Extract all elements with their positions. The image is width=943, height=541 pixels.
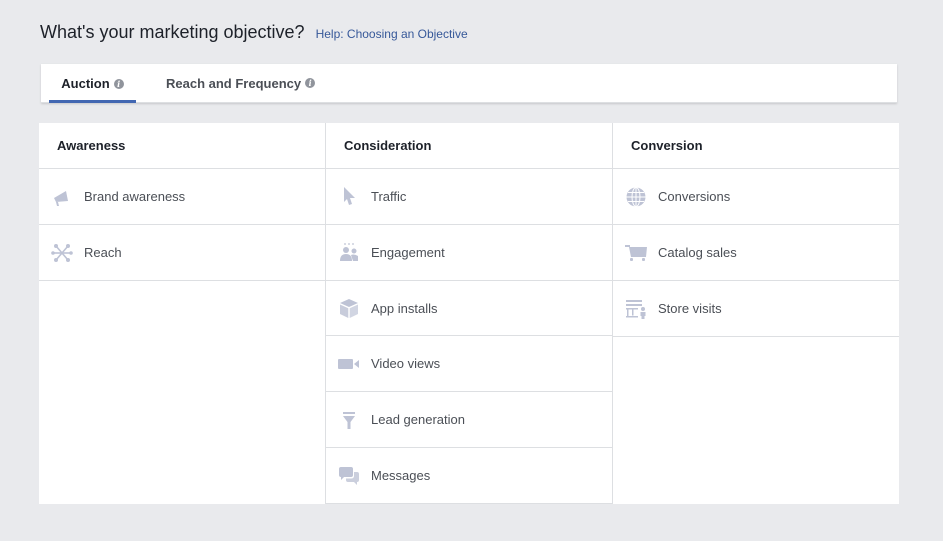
info-icon[interactable]: i	[113, 78, 124, 89]
cursor-icon	[338, 185, 360, 207]
objective-label: Messages	[371, 468, 431, 484]
tab-label: Reach and Frequency	[166, 75, 302, 91]
column-awareness: Awareness Brand awareness Reach	[39, 123, 326, 504]
objective-reach[interactable]: Reach	[39, 225, 325, 281]
objective-engagement[interactable]: Engagement	[326, 225, 612, 281]
objective-conversions[interactable]: Conversions	[613, 169, 899, 225]
column-consideration: Consideration Traffic Engagement App ins…	[326, 123, 613, 505]
tabs-panel: Auction i Reach and Frequency i	[41, 64, 897, 103]
page-title: What's your marketing objective?	[40, 22, 305, 42]
objective-label: Lead generation	[371, 412, 465, 428]
objective-app-installs[interactable]: App installs	[326, 281, 612, 337]
objective-label: Engagement	[371, 244, 445, 260]
store-icon	[625, 298, 647, 320]
objective-catalog-sales[interactable]: Catalog sales	[613, 225, 899, 281]
help-link[interactable]: Help: Choosing an Objective	[316, 27, 468, 41]
column-header: Consideration	[326, 123, 612, 169]
cart-icon	[625, 242, 647, 264]
info-icon[interactable]: i	[305, 78, 316, 88]
tab-auction[interactable]: Auction i	[49, 64, 136, 103]
title-row: What's your marketing objective? Help: C…	[40, 22, 468, 43]
funnel-icon	[338, 409, 360, 431]
objective-label: Traffic	[371, 188, 407, 204]
objective-label: Video views	[371, 356, 441, 372]
tab-label: Auction	[61, 76, 110, 91]
objective-grid: Awareness Brand awareness Reach Consider…	[39, 123, 899, 505]
objective-label: App installs	[371, 300, 438, 316]
chat-bubbles-icon	[338, 465, 360, 487]
objective-traffic[interactable]: Traffic	[326, 169, 612, 225]
objective-label: Conversions	[658, 189, 731, 204]
reach-network-icon	[51, 242, 73, 264]
objective-store-visits[interactable]: Store visits	[613, 281, 899, 337]
objective-video-views[interactable]: Video views	[326, 336, 612, 393]
objective-messages[interactable]: Messages	[326, 448, 612, 505]
box-icon	[338, 297, 360, 319]
globe-icon	[625, 186, 647, 208]
column-header: Awareness	[39, 123, 325, 169]
objective-brand-awareness[interactable]: Brand awareness	[39, 169, 325, 225]
column-conversion: Conversion Conversions Catalog sales Sto…	[613, 123, 899, 504]
column-header: Conversion	[613, 123, 899, 169]
objective-label: Reach	[84, 245, 122, 260]
video-camera-icon	[338, 353, 360, 375]
objective-label: Catalog sales	[658, 245, 737, 260]
people-icon	[338, 241, 360, 263]
megaphone-icon	[51, 186, 73, 208]
objective-lead-generation[interactable]: Lead generation	[326, 392, 612, 449]
tab-reach-and-frequency[interactable]: Reach and Frequency i	[166, 64, 316, 102]
objective-label: Brand awareness	[84, 189, 186, 204]
objective-label: Store visits	[658, 301, 722, 316]
